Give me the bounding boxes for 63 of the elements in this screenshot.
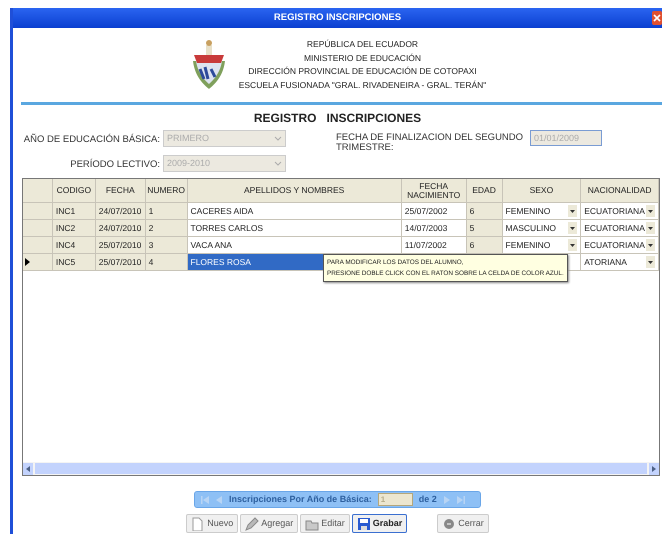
table-cell: 14/07/2003 xyxy=(402,220,467,238)
row-header xyxy=(23,179,53,204)
column-header[interactable]: FECHA NACIMIENTO xyxy=(402,179,467,204)
dropdown-value: FEMENINO xyxy=(506,238,550,252)
table-cell: 5 xyxy=(466,220,502,238)
section-heading: REGISTRO INSCRIPCIONES xyxy=(252,110,422,127)
table-cell: 3 xyxy=(146,237,188,254)
dropdown-value: MASCULINO xyxy=(506,222,556,235)
table-cell: 1 xyxy=(146,203,188,220)
column-header[interactable]: SEXO xyxy=(502,179,582,204)
table-cell: 25/07/2010 xyxy=(96,254,146,272)
pencil-icon xyxy=(245,516,260,531)
table-cell: 6 xyxy=(466,203,502,220)
table-cell: INC4 xyxy=(52,237,96,254)
header-text: ESCUELA FUSIONADA "GRAL. RIVADENEIRA - GRAL. TERÁN" xyxy=(238,78,486,92)
row-header[interactable] xyxy=(23,254,53,272)
save-icon xyxy=(356,516,371,531)
horizontal-scrollbar[interactable] xyxy=(23,462,659,476)
table-cell[interactable]: CACERES AIDA xyxy=(188,203,402,220)
table-cell: 25/07/2010 xyxy=(96,237,146,254)
toolbar-button[interactable]: Editar xyxy=(300,514,350,534)
dropdown-value: ATORIANA xyxy=(584,256,627,269)
circle-icon xyxy=(442,516,456,531)
column-header[interactable]: CODIGO xyxy=(52,179,96,204)
table-cell: 11/07/2002 xyxy=(402,237,467,254)
table-cell: 2 xyxy=(146,220,188,238)
scroll-thumb[interactable] xyxy=(35,463,647,474)
toolbar-button[interactable]: Agregar xyxy=(240,514,298,534)
table-cell[interactable]: VACA ANA xyxy=(188,237,402,254)
page-count: de 2 xyxy=(418,493,437,506)
document-icon xyxy=(191,516,206,531)
toolbar-button[interactable]: Cerrar xyxy=(437,514,489,534)
table-cell: INC1 xyxy=(52,203,96,220)
dropdown-value: ECUATORIANA xyxy=(584,222,645,235)
scroll-left-icon[interactable] xyxy=(23,462,33,475)
dropdown-value: ECUATORIANA xyxy=(584,238,645,252)
dropdown-value: ECUATORIANA xyxy=(584,204,645,218)
field-label: PERÍODO LECTIVO: xyxy=(69,158,161,172)
field-label: AÑO DE EDUCACIÓN BÁSICA: xyxy=(22,132,161,147)
window-title: REGISTRO INSCRIPCIONES xyxy=(274,10,402,25)
field-label: FECHA DE FINALIZACION DEL SEGUNDO TRIMESTRE: xyxy=(336,131,524,153)
header-text: DIRECCIÓN PROVINCIAL DE EDUCACIÓN DE COTOPAXI xyxy=(247,65,478,78)
table-cell: INC5 xyxy=(52,254,96,272)
table-cell: 25/07/2002 xyxy=(402,203,467,220)
table-cell[interactable]: TORRES CARLOS xyxy=(188,220,402,238)
scroll-right-icon[interactable] xyxy=(649,462,659,475)
header-text: REPÚBLICA DEL ECUADOR xyxy=(306,38,420,51)
table-cell: 6 xyxy=(466,237,502,254)
column-header[interactable]: APELLIDOS Y NOMBRES xyxy=(188,179,402,204)
header-text: MINISTERIO DE EDUCACIÓN xyxy=(302,52,422,64)
close-icon[interactable] xyxy=(652,11,662,25)
toolbar-button[interactable]: Nuevo xyxy=(186,514,238,534)
table-cell: 24/07/2010 xyxy=(96,220,146,238)
table-cell: INC2 xyxy=(52,220,96,238)
table-cell: 24/07/2010 xyxy=(96,203,146,220)
toolbar-button[interactable]: Grabar xyxy=(352,514,408,534)
dropdown-value: FEMENINO xyxy=(506,204,550,218)
column-header[interactable]: EDAD xyxy=(466,179,502,204)
column-header[interactable]: FECHA xyxy=(96,179,146,204)
table-cell: 4 xyxy=(146,254,188,272)
navigator-label: Inscripciones Por Año de Básica: xyxy=(229,493,372,506)
column-header[interactable]: NACIONALIDAD xyxy=(581,179,659,204)
column-header[interactable]: NUMERO xyxy=(146,179,188,204)
